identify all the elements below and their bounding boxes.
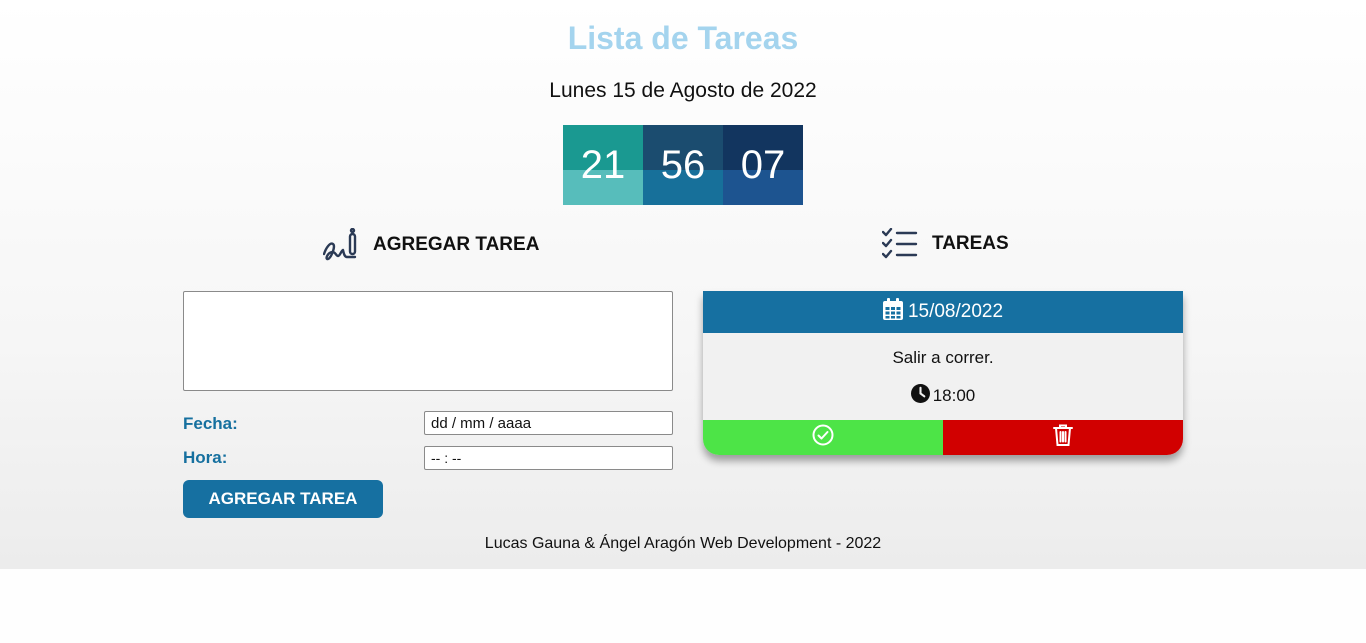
tasks-heading-label: TAREAS [932, 233, 1009, 254]
calendar-icon [882, 298, 903, 326]
task-time: 18:00 [932, 386, 976, 405]
checklist-icon [882, 228, 918, 260]
trash-icon [1053, 424, 1073, 451]
add-task-heading: AGREGAR TAREA [323, 228, 539, 262]
task-date: 15/08/2022 [907, 301, 1004, 322]
signature-pen-icon [323, 228, 359, 262]
add-task-button[interactable]: AGREGAR TAREA [183, 480, 383, 518]
digital-clock: 21 56 07 [563, 125, 803, 205]
complete-task-button[interactable] [703, 420, 943, 455]
task-time-row: 18:00 [703, 384, 1183, 408]
delete-task-button[interactable] [943, 420, 1183, 455]
time-input[interactable]: -- : -- [424, 446, 673, 470]
clock-minutes: 56 [643, 125, 723, 205]
add-task-heading-label: AGREGAR TAREA [373, 234, 540, 255]
task-card: 15/08/2022 Salir a correr. 18:00 [703, 291, 1183, 455]
hora-label: Hora: [183, 448, 228, 467]
clock-minutes-value: 56 [660, 142, 706, 187]
task-description-input[interactable] [183, 291, 673, 391]
page-title: Lista de Tareas [567, 20, 799, 56]
date-input[interactable]: dd / mm / aaaa [424, 411, 673, 435]
current-date: Lunes 15 de Agosto de 2022 [549, 79, 817, 102]
task-actions [703, 420, 1183, 455]
clock-seconds: 07 [723, 125, 803, 205]
check-circle-icon [812, 424, 834, 451]
clock-seconds-value: 07 [740, 142, 786, 187]
task-card-header: 15/08/2022 [703, 291, 1183, 333]
clock-icon [910, 384, 930, 408]
fecha-label: Fecha: [183, 414, 238, 433]
clock-hours: 21 [563, 125, 643, 205]
tasks-heading: TAREAS [882, 228, 1009, 260]
task-text: Salir a correr. [892, 348, 994, 367]
clock-hours-value: 21 [580, 142, 626, 187]
footer-credits: Lucas Gauna & Ángel Aragón Web Developme… [484, 535, 882, 552]
